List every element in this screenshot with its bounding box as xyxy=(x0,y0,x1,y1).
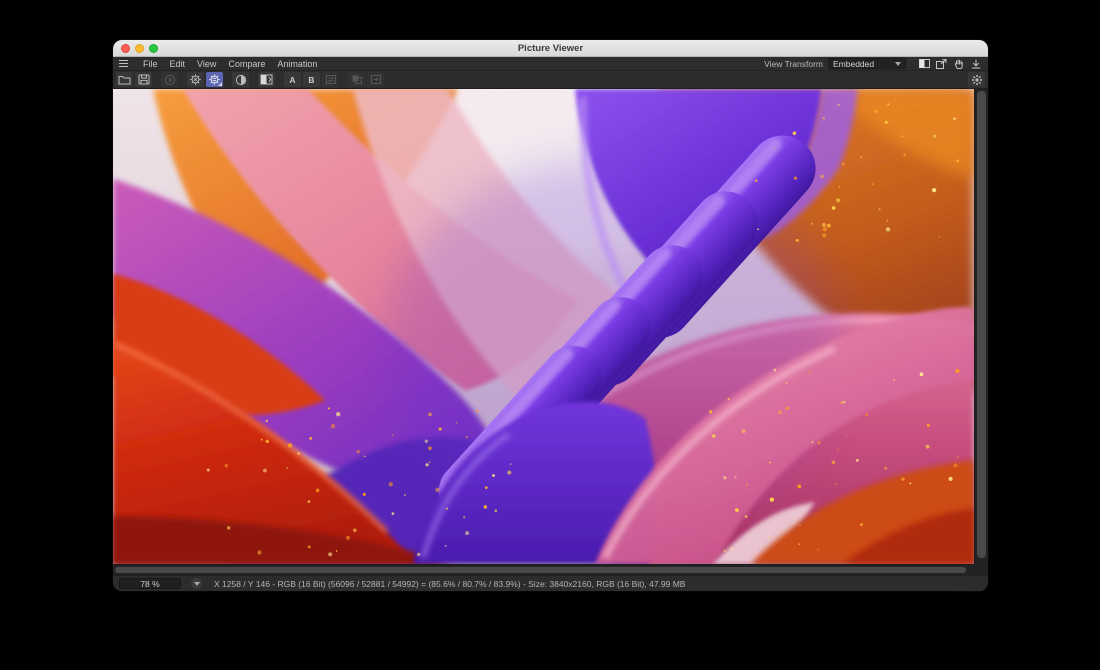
horizontal-scrollbar xyxy=(113,564,974,575)
view-transform-dropdown[interactable]: Embedded xyxy=(828,58,906,69)
x-circle-icon xyxy=(164,74,176,86)
filter-contrast-button[interactable] xyxy=(232,72,249,87)
viewport xyxy=(113,89,988,575)
menubar: File Edit View Compare Animation View Tr… xyxy=(113,57,988,71)
display-options-button[interactable] xyxy=(206,72,223,87)
swap-icon xyxy=(325,74,337,85)
menu-animation[interactable]: Animation xyxy=(271,59,323,69)
stop-render-button[interactable] xyxy=(161,72,178,87)
viewer-options-button[interactable] xyxy=(968,72,985,87)
set-image-b-button[interactable]: B xyxy=(303,72,320,87)
copy-layers-icon xyxy=(351,74,363,85)
toolbar: A B xyxy=(113,71,988,89)
folder-icon xyxy=(118,74,131,85)
b-label: B xyxy=(308,75,314,85)
swap-ab-button[interactable] xyxy=(322,72,339,87)
menu-view[interactable]: View xyxy=(191,59,222,69)
view-transform-value: Embedded xyxy=(833,59,874,69)
gear-asterisk-icon xyxy=(971,74,983,86)
save-floppy-icon xyxy=(138,74,150,85)
horizontal-scrollbar-thumb[interactable] xyxy=(115,567,966,573)
hand-icon xyxy=(954,59,964,69)
scrollbar-corner xyxy=(974,564,988,575)
menu-compare[interactable]: Compare xyxy=(222,59,271,69)
split-compare-toggle[interactable] xyxy=(918,58,931,69)
chevron-down-icon xyxy=(194,582,200,586)
window-title: Picture Viewer xyxy=(113,43,988,54)
vertical-scrollbar-thumb[interactable] xyxy=(977,91,986,558)
zoom-button[interactable] xyxy=(149,44,158,53)
rendered-image[interactable] xyxy=(113,89,974,564)
menu-edit[interactable]: Edit xyxy=(164,59,192,69)
contrast-circle-icon xyxy=(235,74,247,86)
dropdown-corner-indicator xyxy=(218,82,222,86)
external-window-icon xyxy=(936,59,947,69)
copy-image-button[interactable] xyxy=(348,72,365,87)
statusbar: 78 % X 1258 / Y 146 - RGB (16 Bit) (5609… xyxy=(113,575,988,591)
traffic-lights xyxy=(121,44,158,53)
menu-hamburger-icon[interactable] xyxy=(119,60,128,68)
ab-split-icon xyxy=(260,74,273,85)
menu-file[interactable]: File xyxy=(137,59,164,69)
arrow-down-to-line-icon xyxy=(971,59,981,69)
picture-viewer-window: Picture Viewer File Edit View Compare An… xyxy=(113,40,988,591)
set-image-a-button[interactable]: A xyxy=(284,72,301,87)
open-external-window-button[interactable] xyxy=(935,58,948,69)
zoom-dropdown-button[interactable] xyxy=(191,578,202,589)
box-arrow-right-icon xyxy=(370,74,382,85)
compare-ab-button[interactable] xyxy=(258,72,275,87)
save-image-button[interactable] xyxy=(135,72,152,87)
open-file-button[interactable] xyxy=(116,72,133,87)
view-transform-label: View Transform xyxy=(764,59,823,69)
zoom-level-field[interactable]: 78 % xyxy=(119,578,181,589)
gear-x-icon xyxy=(189,73,202,86)
render-settings-button[interactable] xyxy=(187,72,204,87)
abstract-render-artwork xyxy=(113,89,974,564)
minimize-button[interactable] xyxy=(135,44,144,53)
a-label: A xyxy=(289,75,295,85)
titlebar[interactable]: Picture Viewer xyxy=(113,40,988,57)
close-button[interactable] xyxy=(121,44,130,53)
pixel-info-text: X 1258 / Y 146 - RGB (16 Bit) (56096 / 5… xyxy=(214,579,685,589)
vertical-scrollbar xyxy=(974,89,988,564)
pan-tool-button[interactable] xyxy=(952,58,965,69)
export-image-button[interactable] xyxy=(367,72,384,87)
half-filled-square-icon xyxy=(919,59,930,68)
chevron-down-icon xyxy=(895,62,901,66)
dock-panel-button[interactable] xyxy=(969,58,982,69)
